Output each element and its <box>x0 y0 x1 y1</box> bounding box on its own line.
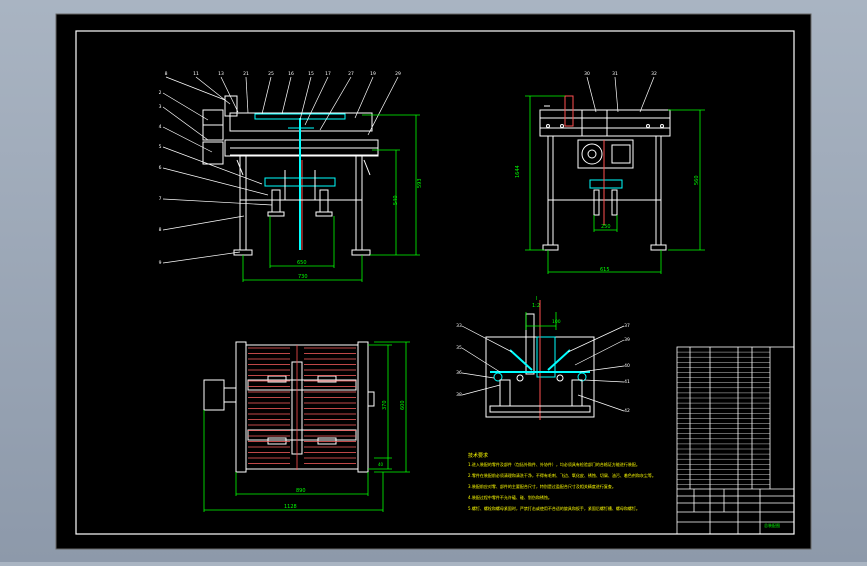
balloon-30: 30 <box>584 71 590 77</box>
balloon-39: 39 <box>624 337 630 343</box>
note-line: 4.装配过程中零件不允许磕、碰、划伤和锈蚀。 <box>468 494 552 500</box>
balloon-left-2: 2 <box>159 90 162 96</box>
balloon-33: 33 <box>456 323 462 329</box>
top-dim-width: 1128 <box>284 504 297 510</box>
front-dim-width-total: 730 <box>298 274 308 280</box>
top-dim-depth: 600 <box>400 400 406 410</box>
balloon-13: 13 <box>218 71 224 77</box>
balloon-21: 21 <box>243 71 249 77</box>
detail-scale-label: 1:2 <box>532 303 540 309</box>
balloon-left-3: 3 <box>159 104 162 110</box>
cad-drawing: 8 11 13 21 25 16 15 17 27 19 29 2 3 4 5 6 7 8 9 593 540 65… <box>55 13 812 550</box>
notes-title: 技术要求 <box>468 452 488 459</box>
balloon-left-6: 6 <box>159 165 162 171</box>
top-dim-depth-inner: 370 <box>382 400 388 410</box>
side-dim-height: 1644 <box>515 165 521 178</box>
front-dim-height-inner: 540 <box>393 195 399 205</box>
detail-section-label: I <box>536 296 537 302</box>
balloon-41: 41 <box>624 379 630 385</box>
side-dim-height-inner: 560 <box>694 175 700 185</box>
note-line: 2.零件在装配前必须清理和清洗干净，不得有毛刺、飞边、氧化皮、锈蚀、切屑、油污、… <box>468 472 656 478</box>
balloon-15: 15 <box>308 71 314 77</box>
top-dim-width-inner: 890 <box>296 488 306 494</box>
balloon-8: 8 <box>165 71 168 77</box>
balloon-left-8: 8 <box>159 227 162 233</box>
balloon-17: 17 <box>325 71 331 77</box>
balloon-38: 38 <box>456 392 462 398</box>
balloon-left-9: 9 <box>159 260 162 266</box>
drawing-name: 总装配图 <box>764 522 780 528</box>
balloon-16: 16 <box>288 71 294 77</box>
balloon-32: 32 <box>651 71 657 77</box>
balloon-left-5: 5 <box>159 144 162 150</box>
front-dim-width-inner: 650 <box>297 260 307 266</box>
side-dim-center: 250 <box>601 224 611 230</box>
balloon-31: 31 <box>612 71 618 77</box>
balloon-36: 36 <box>456 370 462 376</box>
balloon-27: 27 <box>348 71 354 77</box>
balloon-11: 11 <box>193 71 199 77</box>
drawing-sheet <box>55 13 812 550</box>
balloon-left-4: 4 <box>159 124 162 130</box>
balloon-left-7: 7 <box>159 196 162 202</box>
detail-dim-top: 100 <box>552 319 561 325</box>
drawing-viewport: 8 11 13 21 25 16 15 17 27 19 29 2 3 4 5 6 7 8 9 593 540 65… <box>0 0 867 562</box>
balloon-42: 42 <box>624 408 630 414</box>
note-line: 1.进入装配的零件及部件（包括外购件、外协件），均必须具有检验部门的合格证方能进… <box>468 461 640 467</box>
balloon-29: 29 <box>395 71 401 77</box>
side-dim-width: 615 <box>600 267 610 273</box>
note-line: 5.螺钉、螺栓和螺母紧固时，严禁打击或使用不合适的旋具和扳手，紧固后螺钉槽、螺母… <box>468 505 640 511</box>
note-line: 3.装配前应对零、部件的主要配合尺寸，特别是过盈配合尺寸及相关精度进行复查。 <box>468 483 616 489</box>
top-dim-small: 40 <box>378 462 384 467</box>
balloon-37: 37 <box>624 323 630 329</box>
balloon-40: 40 <box>624 363 630 369</box>
balloon-19: 19 <box>370 71 376 77</box>
balloon-35: 35 <box>456 345 462 351</box>
balloon-25: 25 <box>268 71 274 77</box>
front-dim-height: 593 <box>417 178 423 188</box>
